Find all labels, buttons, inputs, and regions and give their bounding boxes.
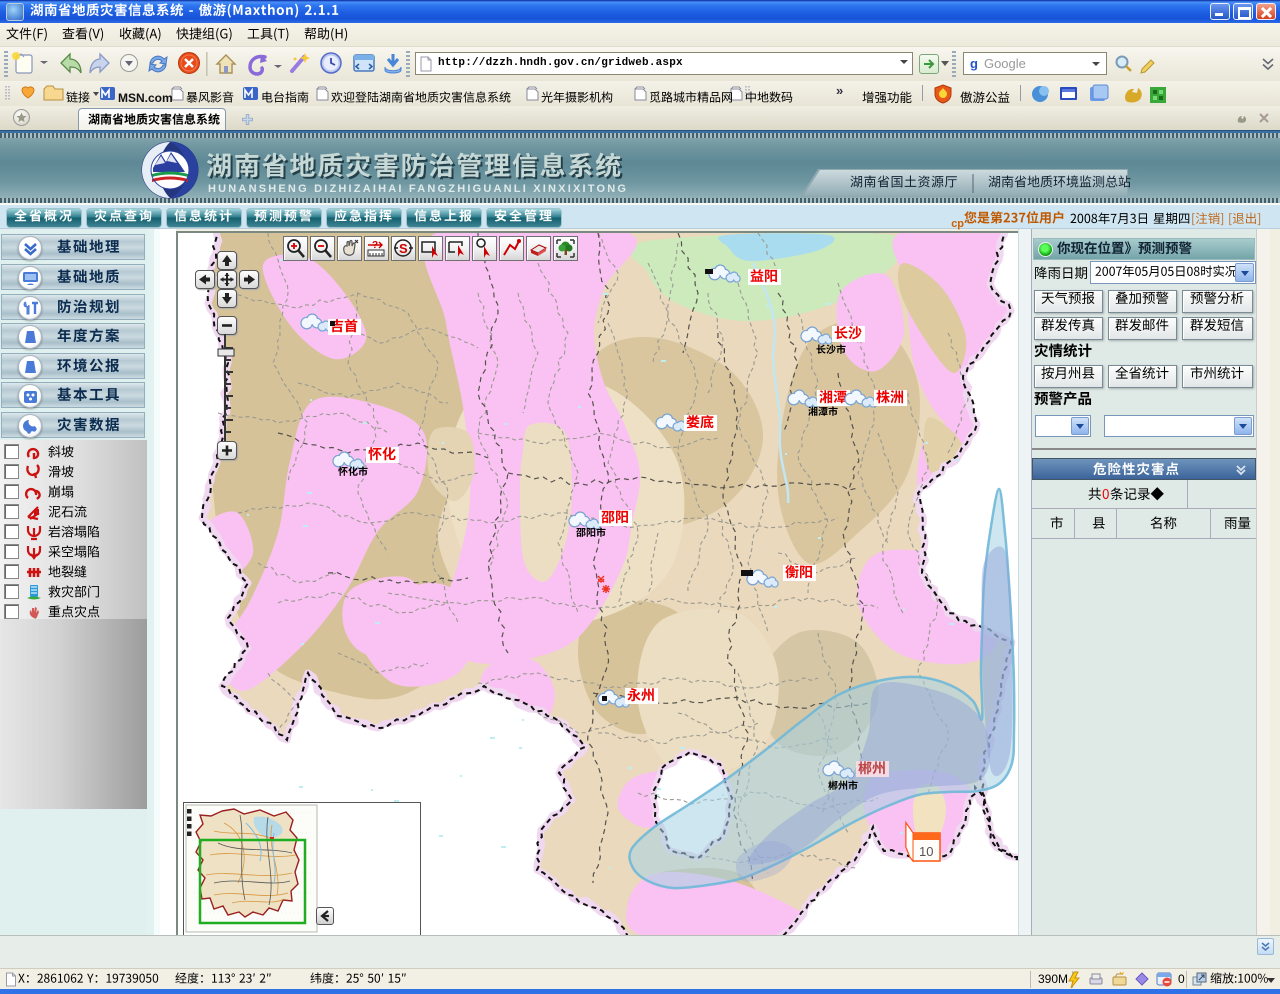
- svg-text:?: ?: [372, 240, 378, 251]
- svg-text:10: 10: [919, 844, 933, 859]
- svg-text:S: S: [399, 241, 408, 256]
